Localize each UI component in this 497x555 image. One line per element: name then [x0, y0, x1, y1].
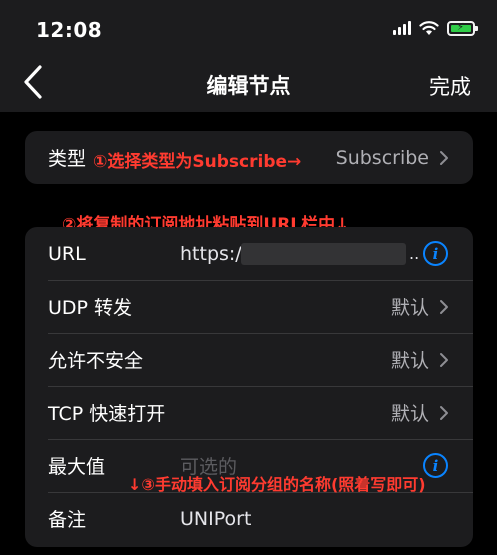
- url-field[interactable]: https://: [180, 243, 248, 265]
- page-title: 编辑节点: [206, 74, 291, 98]
- udp-value: 默认: [390, 297, 429, 319]
- url-ellipsis: ..: [409, 244, 420, 263]
- insecure-value: 默认: [390, 350, 429, 372]
- battery-icon: ⚡: [447, 20, 478, 36]
- cellular-signal-icon: [393, 21, 411, 35]
- insecure-label: 允许不安全: [48, 350, 144, 372]
- url-label: URL: [48, 242, 86, 265]
- done-button[interactable]: 完成: [429, 71, 471, 101]
- tcp-label: TCP 快速打开: [48, 403, 166, 425]
- insecure-row[interactable]: 允许不安全 默认: [25, 333, 473, 386]
- wifi-icon: [419, 21, 439, 35]
- note-row[interactable]: 备注 UNIPort: [25, 492, 473, 545]
- tcp-value: 默认: [390, 403, 429, 425]
- chevron-right-icon: [440, 352, 448, 367]
- top-bar: 12:08 ⚡ 编辑节点 完成: [0, 0, 497, 112]
- url-row[interactable]: URL https:// .. i: [25, 227, 473, 280]
- chevron-right-icon: [440, 150, 448, 165]
- url-redacted: [241, 242, 406, 265]
- status-icons: ⚡: [393, 20, 478, 36]
- settings-group: URL https:// .. i UDP 转发 默认 允许不安全 默认 TCP…: [25, 227, 473, 547]
- note-label: 备注: [48, 509, 87, 531]
- tcp-row[interactable]: TCP 快速打开 默认: [25, 386, 473, 439]
- url-info-icon[interactable]: i: [423, 241, 448, 266]
- udp-row[interactable]: UDP 转发 默认: [25, 280, 473, 333]
- max-info-icon[interactable]: i: [423, 453, 448, 478]
- chevron-right-icon: [440, 405, 448, 420]
- type-value: Subscribe: [335, 146, 429, 169]
- status-time: 12:08: [36, 18, 103, 42]
- type-label: 类型: [48, 148, 87, 170]
- chevron-right-icon: [440, 299, 448, 314]
- udp-label: UDP 转发: [48, 297, 133, 319]
- annotation-step3: ↓③手动填入订阅分组的名称(照着写即可): [128, 475, 426, 494]
- annotation-step1: ①选择类型为Subscribe→: [93, 152, 302, 172]
- max-label: 最大值: [48, 456, 106, 478]
- note-input[interactable]: UNIPort: [180, 508, 251, 530]
